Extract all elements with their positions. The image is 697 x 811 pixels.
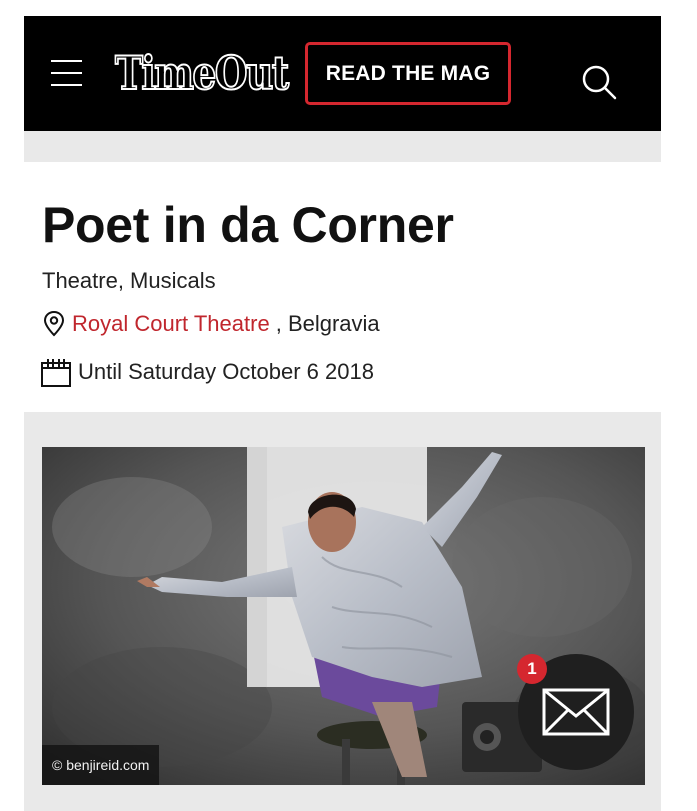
venue-area-wrapper: , Belgravia: [276, 311, 380, 337]
venue-separator: ,: [275, 311, 282, 336]
event-category: Theatre, Musicals: [42, 268, 216, 293]
timeout-logo[interactable]: TimeOut: [114, 45, 290, 101]
site-header: TimeOut READ THE MAG: [24, 16, 661, 131]
map-pin-icon: [42, 310, 66, 338]
event-title: Poet in da Corner: [42, 197, 454, 253]
event-dates: Until Saturday October 6 2018: [78, 359, 374, 384]
date-row: Until Saturday October 6 2018: [40, 355, 374, 389]
calendar-icon: [40, 356, 72, 388]
notification-badge: 1: [517, 654, 547, 684]
venue-area: Belgravia: [287, 311, 380, 336]
venue-row: Royal Court Theatre , Belgravia: [42, 309, 380, 339]
header-spacer: [24, 131, 661, 162]
envelope-icon: [542, 688, 610, 736]
venue-link[interactable]: Royal Court Theatre: [72, 311, 270, 337]
read-the-mag-button[interactable]: READ THE MAG: [305, 42, 511, 105]
photo-credit: © benjireid.com: [42, 745, 160, 785]
search-icon[interactable]: [581, 64, 617, 100]
hamburger-menu-icon[interactable]: [51, 60, 82, 86]
